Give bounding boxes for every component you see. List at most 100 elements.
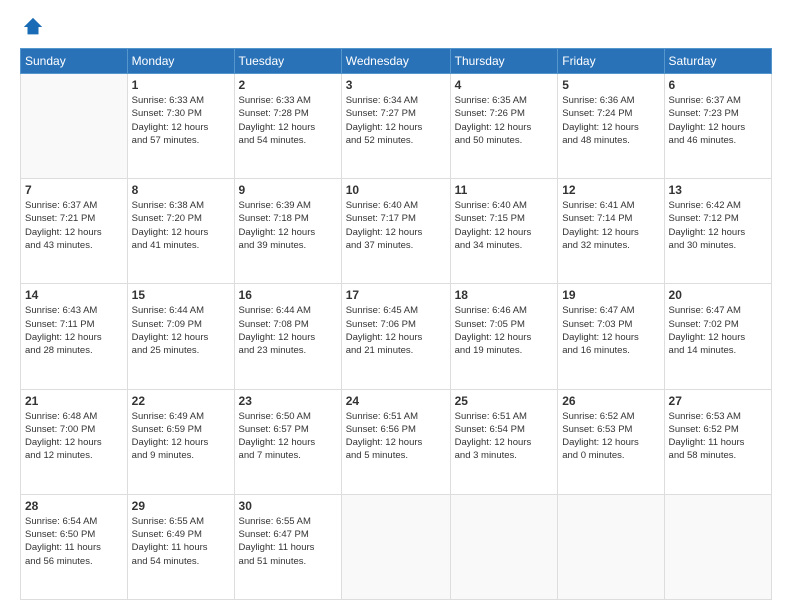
day-info: Sunrise: 6:33 AM Sunset: 7:28 PM Dayligh… bbox=[239, 94, 337, 147]
header-day-saturday: Saturday bbox=[664, 49, 771, 74]
calendar-body: 1 Sunrise: 6:33 AM Sunset: 7:30 PM Daylig… bbox=[21, 74, 772, 600]
header-row: SundayMondayTuesdayWednesdayThursdayFrid… bbox=[21, 49, 772, 74]
day-number: 17 bbox=[346, 288, 446, 302]
day-info: Sunrise: 6:41 AM Sunset: 7:14 PM Dayligh… bbox=[562, 199, 659, 252]
day-info: Sunrise: 6:44 AM Sunset: 7:09 PM Dayligh… bbox=[132, 304, 230, 357]
header-day-wednesday: Wednesday bbox=[341, 49, 450, 74]
day-info: Sunrise: 6:44 AM Sunset: 7:08 PM Dayligh… bbox=[239, 304, 337, 357]
day-cell: 3 Sunrise: 6:34 AM Sunset: 7:27 PM Daylig… bbox=[341, 74, 450, 179]
day-number: 1 bbox=[132, 78, 230, 92]
day-info: Sunrise: 6:50 AM Sunset: 6:57 PM Dayligh… bbox=[239, 410, 337, 463]
day-info: Sunrise: 6:40 AM Sunset: 7:15 PM Dayligh… bbox=[455, 199, 554, 252]
week-row-2: 14 Sunrise: 6:43 AM Sunset: 7:11 PM Dayli… bbox=[21, 284, 772, 389]
day-info: Sunrise: 6:45 AM Sunset: 7:06 PM Dayligh… bbox=[346, 304, 446, 357]
day-cell: 7Sunrise: 6:37 AM Sunset: 7:21 PM Daylig… bbox=[21, 179, 128, 284]
header-day-friday: Friday bbox=[558, 49, 664, 74]
day-cell bbox=[341, 494, 450, 599]
day-cell: 28 Sunrise: 6:54 AM Sunset: 6:50 PM Dayli… bbox=[21, 494, 128, 599]
day-cell: 1 Sunrise: 6:33 AM Sunset: 7:30 PM Daylig… bbox=[127, 74, 234, 179]
day-info: Sunrise: 6:38 AM Sunset: 7:20 PM Dayligh… bbox=[132, 199, 230, 252]
day-cell: 21 Sunrise: 6:48 AM Sunset: 7:00 PM Dayli… bbox=[21, 389, 128, 494]
day-info: Sunrise: 6:49 AM Sunset: 6:59 PM Dayligh… bbox=[132, 410, 230, 463]
header-day-thursday: Thursday bbox=[450, 49, 558, 74]
day-number: 6 bbox=[669, 78, 767, 92]
day-number: 24 bbox=[346, 394, 446, 408]
day-info: Sunrise: 6:51 AM Sunset: 6:56 PM Dayligh… bbox=[346, 410, 446, 463]
logo bbox=[20, 16, 44, 38]
day-cell: 5 Sunrise: 6:36 AM Sunset: 7:24 PM Daylig… bbox=[558, 74, 664, 179]
day-number: 14 bbox=[25, 288, 123, 302]
day-info: Sunrise: 6:48 AM Sunset: 7:00 PM Dayligh… bbox=[25, 410, 123, 463]
day-cell: 29 Sunrise: 6:55 AM Sunset: 6:49 PM Dayli… bbox=[127, 494, 234, 599]
day-cell: 25 Sunrise: 6:51 AM Sunset: 6:54 PM Dayli… bbox=[450, 389, 558, 494]
day-cell: 23 Sunrise: 6:50 AM Sunset: 6:57 PM Dayli… bbox=[234, 389, 341, 494]
day-cell: 16 Sunrise: 6:44 AM Sunset: 7:08 PM Dayli… bbox=[234, 284, 341, 389]
day-info: Sunrise: 6:39 AM Sunset: 7:18 PM Dayligh… bbox=[239, 199, 337, 252]
page: SundayMondayTuesdayWednesdayThursdayFrid… bbox=[0, 0, 792, 612]
header bbox=[20, 16, 772, 38]
day-info: Sunrise: 6:35 AM Sunset: 7:26 PM Dayligh… bbox=[455, 94, 554, 147]
day-cell: 13 Sunrise: 6:42 AM Sunset: 7:12 PM Dayli… bbox=[664, 179, 771, 284]
day-number: 11 bbox=[455, 183, 554, 197]
week-row-0: 1 Sunrise: 6:33 AM Sunset: 7:30 PM Daylig… bbox=[21, 74, 772, 179]
day-number: 3 bbox=[346, 78, 446, 92]
day-info: Sunrise: 6:42 AM Sunset: 7:12 PM Dayligh… bbox=[669, 199, 767, 252]
calendar-header: SundayMondayTuesdayWednesdayThursdayFrid… bbox=[21, 49, 772, 74]
day-number: 13 bbox=[669, 183, 767, 197]
day-info: Sunrise: 6:33 AM Sunset: 7:30 PM Dayligh… bbox=[132, 94, 230, 147]
day-number: 25 bbox=[455, 394, 554, 408]
day-cell bbox=[558, 494, 664, 599]
day-number: 18 bbox=[455, 288, 554, 302]
calendar: SundayMondayTuesdayWednesdayThursdayFrid… bbox=[20, 48, 772, 600]
header-day-tuesday: Tuesday bbox=[234, 49, 341, 74]
day-number: 5 bbox=[562, 78, 659, 92]
day-number: 27 bbox=[669, 394, 767, 408]
day-cell: 17 Sunrise: 6:45 AM Sunset: 7:06 PM Dayli… bbox=[341, 284, 450, 389]
day-number: 28 bbox=[25, 499, 123, 513]
day-number: 21 bbox=[25, 394, 123, 408]
week-row-1: 7Sunrise: 6:37 AM Sunset: 7:21 PM Daylig… bbox=[21, 179, 772, 284]
day-number: 7 bbox=[25, 183, 123, 197]
day-cell: 2 Sunrise: 6:33 AM Sunset: 7:28 PM Daylig… bbox=[234, 74, 341, 179]
week-row-4: 28 Sunrise: 6:54 AM Sunset: 6:50 PM Dayli… bbox=[21, 494, 772, 599]
day-cell: 24 Sunrise: 6:51 AM Sunset: 6:56 PM Dayli… bbox=[341, 389, 450, 494]
day-cell: 12 Sunrise: 6:41 AM Sunset: 7:14 PM Dayli… bbox=[558, 179, 664, 284]
day-number: 20 bbox=[669, 288, 767, 302]
day-cell: 30 Sunrise: 6:55 AM Sunset: 6:47 PM Dayli… bbox=[234, 494, 341, 599]
day-cell: 10Sunrise: 6:40 AM Sunset: 7:17 PM Dayli… bbox=[341, 179, 450, 284]
day-cell: 19Sunrise: 6:47 AM Sunset: 7:03 PM Dayli… bbox=[558, 284, 664, 389]
day-info: Sunrise: 6:51 AM Sunset: 6:54 PM Dayligh… bbox=[455, 410, 554, 463]
day-cell: 20Sunrise: 6:47 AM Sunset: 7:02 PM Dayli… bbox=[664, 284, 771, 389]
day-info: Sunrise: 6:37 AM Sunset: 7:23 PM Dayligh… bbox=[669, 94, 767, 147]
day-info: Sunrise: 6:55 AM Sunset: 6:49 PM Dayligh… bbox=[132, 515, 230, 568]
day-cell: 11 Sunrise: 6:40 AM Sunset: 7:15 PM Dayli… bbox=[450, 179, 558, 284]
day-info: Sunrise: 6:36 AM Sunset: 7:24 PM Dayligh… bbox=[562, 94, 659, 147]
day-cell: 4Sunrise: 6:35 AM Sunset: 7:26 PM Daylig… bbox=[450, 74, 558, 179]
day-number: 29 bbox=[132, 499, 230, 513]
day-number: 9 bbox=[239, 183, 337, 197]
day-info: Sunrise: 6:43 AM Sunset: 7:11 PM Dayligh… bbox=[25, 304, 123, 357]
header-day-sunday: Sunday bbox=[21, 49, 128, 74]
day-cell: 15 Sunrise: 6:44 AM Sunset: 7:09 PM Dayli… bbox=[127, 284, 234, 389]
day-info: Sunrise: 6:55 AM Sunset: 6:47 PM Dayligh… bbox=[239, 515, 337, 568]
day-cell bbox=[450, 494, 558, 599]
day-number: 19 bbox=[562, 288, 659, 302]
day-info: Sunrise: 6:53 AM Sunset: 6:52 PM Dayligh… bbox=[669, 410, 767, 463]
day-cell: 27 Sunrise: 6:53 AM Sunset: 6:52 PM Dayli… bbox=[664, 389, 771, 494]
day-number: 16 bbox=[239, 288, 337, 302]
logo-icon bbox=[22, 16, 44, 38]
day-number: 23 bbox=[239, 394, 337, 408]
day-number: 8 bbox=[132, 183, 230, 197]
day-number: 2 bbox=[239, 78, 337, 92]
day-info: Sunrise: 6:34 AM Sunset: 7:27 PM Dayligh… bbox=[346, 94, 446, 147]
day-cell bbox=[21, 74, 128, 179]
day-number: 22 bbox=[132, 394, 230, 408]
day-cell bbox=[664, 494, 771, 599]
day-number: 15 bbox=[132, 288, 230, 302]
day-cell: 8 Sunrise: 6:38 AM Sunset: 7:20 PM Daylig… bbox=[127, 179, 234, 284]
day-number: 30 bbox=[239, 499, 337, 513]
day-number: 26 bbox=[562, 394, 659, 408]
day-number: 12 bbox=[562, 183, 659, 197]
day-info: Sunrise: 6:52 AM Sunset: 6:53 PM Dayligh… bbox=[562, 410, 659, 463]
day-info: Sunrise: 6:54 AM Sunset: 6:50 PM Dayligh… bbox=[25, 515, 123, 568]
